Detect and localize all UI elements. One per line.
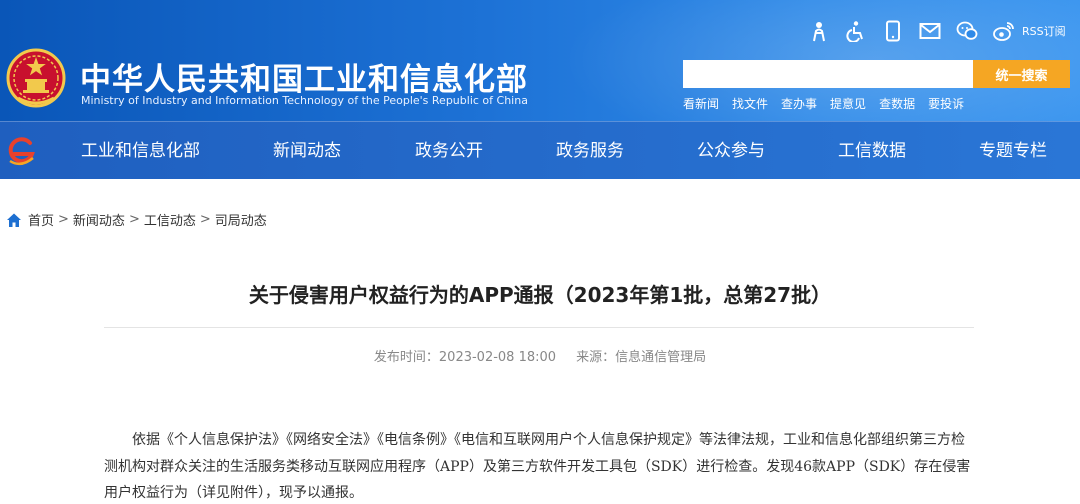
- quick-link-data[interactable]: 查数据: [879, 95, 915, 112]
- publish-time: 2023-02-08 18:00: [438, 350, 557, 365]
- nav-item-participation[interactable]: 公众参与: [697, 122, 765, 180]
- quick-link-files[interactable]: 找文件: [732, 95, 768, 112]
- rss-link[interactable]: RSS订阅: [1022, 23, 1066, 39]
- nav-item-data[interactable]: 工信数据: [838, 122, 906, 180]
- main-nav: 工业和信息化部 新闻动态 政务公开 政务服务 公众参与 工信数据 专题专栏: [0, 121, 1080, 179]
- breadcrumb-news[interactable]: 新闻动态: [73, 210, 125, 229]
- site-subtitle: Ministry of Industry and Information Tec…: [81, 94, 528, 107]
- nav-item-services[interactable]: 政务服务: [556, 122, 624, 180]
- title-divider: [104, 327, 974, 328]
- mobile-icon[interactable]: [880, 18, 906, 44]
- nav-item-news[interactable]: 新闻动态: [273, 122, 341, 180]
- elder-care-icon[interactable]: [806, 18, 832, 44]
- article-paragraph: 依据《个人信息保护法》《网络安全法》《电信条例》《电信和互联网用户个人信息保护规…: [104, 432, 971, 501]
- source-label: 来源：: [576, 350, 616, 365]
- nav-item-topics[interactable]: 专题专栏: [979, 122, 1047, 180]
- header-tools: RSS订阅: [806, 18, 1066, 44]
- breadcrumb-separator: >: [199, 212, 211, 227]
- breadcrumb-bureau-news[interactable]: 司局动态: [215, 210, 267, 229]
- quick-link-services[interactable]: 查办事: [781, 95, 817, 112]
- search-button[interactable]: 统一搜索: [973, 60, 1070, 88]
- breadcrumb: 首页 > 新闻动态 > 工信动态 > 司局动态: [6, 210, 267, 229]
- nav-item-home[interactable]: 工业和信息化部: [81, 122, 200, 180]
- quick-links: 看新闻 找文件 查办事 提意见 查数据 要投诉: [683, 95, 977, 112]
- breadcrumb-home[interactable]: 首页: [28, 210, 54, 229]
- home-icon: [7, 213, 21, 227]
- national-emblem-icon: [6, 48, 66, 108]
- site-header: 中华人民共和国工业和信息化部 Ministry of Industry and …: [0, 0, 1080, 121]
- article-title: 关于侵害用户权益行为的APP通报（2023年第1批，总第27批）: [248, 283, 832, 307]
- miit-logo-icon: [8, 137, 35, 166]
- search-input[interactable]: [683, 60, 973, 88]
- weibo-icon[interactable]: [991, 18, 1017, 44]
- site-title: 中华人民共和国工业和信息化部: [80, 62, 528, 98]
- accessibility-icon[interactable]: [843, 18, 869, 44]
- wechat-icon[interactable]: [954, 18, 980, 44]
- article-source: 信息通信管理局: [615, 350, 707, 365]
- publish-time-label: 发布时间：: [373, 350, 439, 365]
- quick-link-feedback[interactable]: 提意见: [830, 95, 866, 112]
- quick-link-complaint[interactable]: 要投诉: [928, 95, 964, 112]
- nav-item-government-affairs[interactable]: 政务公开: [415, 122, 483, 180]
- mail-icon[interactable]: [917, 18, 943, 44]
- breadcrumb-miit-news[interactable]: 工信动态: [144, 210, 196, 229]
- breadcrumb-separator: >: [128, 212, 140, 227]
- article-meta: 发布时间：2023-02-08 18:00 来源：信息通信管理局: [0, 346, 1080, 365]
- breadcrumb-separator: >: [58, 212, 69, 227]
- quick-link-news[interactable]: 看新闻: [683, 95, 719, 112]
